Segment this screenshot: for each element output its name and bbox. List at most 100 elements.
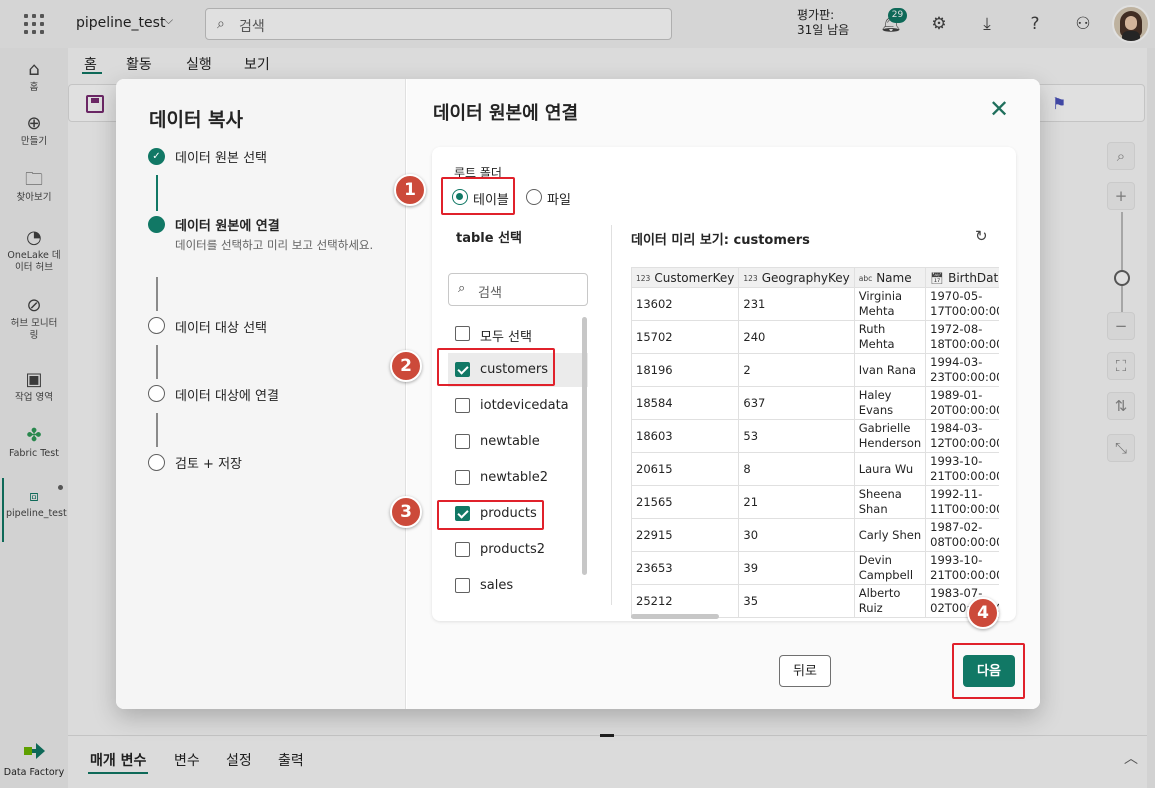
column-header[interactable]: 📅︎BirthDate <box>925 267 999 288</box>
annotation-box-1 <box>441 177 515 215</box>
table-cell: 35 <box>738 584 855 618</box>
table-cell: 30 <box>738 518 855 552</box>
annotation-badge-2: 2 <box>390 350 422 382</box>
table-row-newtable2[interactable]: newtable2 <box>448 461 588 495</box>
table-row: 206158Laura Wu1993-10-21T00:00:00M <box>631 452 999 486</box>
checkbox[interactable] <box>455 434 470 449</box>
table-name: sales <box>480 578 514 593</box>
connect-source-pane: 데이터 원본에 연결 ✕ 루트 폴더 테이블 파일 table 선택 ⌕ 검색 … <box>407 79 1040 709</box>
step-label-2[interactable]: 데이터 원본에 연결 <box>175 215 280 234</box>
table-cell: 1994-03-23T00:00:00 <box>925 353 999 387</box>
table-row: 13602 231 Virginia Mehta 1970-05-17T00:00:0… <box>631 287 999 321</box>
preview-title: 데이터 미리 보기: customers <box>631 233 810 248</box>
checkbox[interactable] <box>455 578 470 593</box>
preview-horizontal-scrollbar[interactable] <box>631 614 719 619</box>
table-cell: 2 <box>738 353 855 387</box>
column-name: BirthDate <box>948 270 999 285</box>
step-label-5[interactable]: 검토 + 저장 <box>175 453 242 472</box>
step-label-4[interactable]: 데이터 대상에 연결 <box>175 385 279 404</box>
preview-grid[interactable]: 123 CustomerKey 123 GeographyKey abc Name 📅… <box>631 267 999 619</box>
annotation-badge-4: 4 <box>967 597 999 629</box>
step-description: 데이터를 선택하고 미리 보고 선택하세요. <box>175 238 374 252</box>
table-name: newtable <box>480 434 540 449</box>
table-row: 18603 53 Gabrielle Henderson 1984-03-12T00:… <box>631 419 999 453</box>
checkbox[interactable] <box>455 326 470 341</box>
column-name: Name <box>876 270 912 285</box>
preview-header-row: 123 CustomerKey 123 GeographyKey abc Name 📅… <box>631 267 999 288</box>
table-row: 181962Ivan Rana1994-03-23T00:00:00M <box>631 353 999 387</box>
table-cell: 20615 <box>631 452 740 486</box>
table-cell: 1993-10-21T00:00:00 <box>925 551 999 585</box>
table-search-input[interactable]: ⌕ 검색 <box>448 273 588 306</box>
select-all-row[interactable]: 모두 선택 <box>448 317 588 351</box>
search-icon: ⌕ <box>458 281 466 296</box>
dialog-title: 데이터 원본에 연결 <box>433 103 579 124</box>
table-cell: 25212 <box>631 584 740 618</box>
table-cell: 18196 <box>631 353 740 387</box>
table-name: newtable2 <box>480 470 549 485</box>
refresh-icon[interactable]: ↻ <box>975 227 988 245</box>
preview-body: 13602 231 Virginia Mehta 1970-05-17T00:00:0… <box>631 287 999 618</box>
table-row: 2156521Sheena Shan1992-11-11T00:00:00M <box>631 485 999 519</box>
table-cell: 15702 <box>631 320 740 354</box>
table-row: 23653 39 Devin Campbell 1993-10-21T00:00:00… <box>631 551 999 585</box>
table-row: 2521235Alberto Ruiz1983-07-02T00:00:00S <box>631 584 999 618</box>
radio-file[interactable] <box>526 189 542 205</box>
step-label-3[interactable]: 데이터 대상 선택 <box>175 317 267 336</box>
column-header[interactable]: 123 GeographyKey <box>738 267 855 288</box>
wizard-title: 데이터 복사 <box>149 109 244 131</box>
step-connector <box>156 413 158 447</box>
column-header[interactable]: 123 CustomerKey <box>631 267 740 288</box>
text-type-icon: abc <box>858 273 873 283</box>
table-cell: Haley Evans <box>853 386 927 420</box>
table-cell: Devin Campbell <box>853 551 927 585</box>
table-cell: 21565 <box>631 485 740 519</box>
step-done-check-icon: ✓ <box>148 148 165 165</box>
wizard-steps-panel: 데이터 복사 ✓ 데이터 원본 선택 데이터 원본에 연결 데이터를 선택하고 … <box>116 79 406 709</box>
table-cell: 240 <box>738 320 855 354</box>
calendar-icon: 📅︎ <box>930 271 945 285</box>
table-cell: 23653 <box>631 551 740 585</box>
table-cell: 1972-08-18T00:00:00 <box>925 320 999 354</box>
table-name: iotdevicedata <box>480 398 569 413</box>
table-cell: 1984-03-12T00:00:00 <box>925 419 999 453</box>
checkbox[interactable] <box>455 398 470 413</box>
table-cell: 22915 <box>631 518 740 552</box>
radio-file-label[interactable]: 파일 <box>547 189 571 208</box>
column-header[interactable]: abc Name <box>853 267 927 288</box>
table-cell: 1993-10-21T00:00:00 <box>925 452 999 486</box>
table-row-products2[interactable]: products2 <box>448 533 588 567</box>
table-row-iotdevicedata[interactable]: iotdevicedata <box>448 389 588 423</box>
number-type-icon: 123 <box>743 273 758 283</box>
table-cell: Ruth Mehta <box>853 320 927 354</box>
table-cell: Gabrielle Henderson <box>853 419 927 453</box>
table-row-sales[interactable]: sales <box>448 569 588 603</box>
back-button[interactable]: 뒤로 <box>779 655 831 687</box>
step-current-dot <box>148 216 165 233</box>
step-connector <box>156 345 158 379</box>
table-cell: 18603 <box>631 419 740 453</box>
checkbox[interactable] <box>455 470 470 485</box>
divider <box>611 225 612 605</box>
table-cell: Ivan Rana <box>853 353 927 387</box>
table-cell: 21 <box>738 485 855 519</box>
table-row: 2291530Carly Shen1987-02-08T00:00:00M <box>631 518 999 552</box>
annotation-box-4 <box>952 643 1025 699</box>
table-cell: Laura Wu <box>853 452 927 486</box>
table-cell: 8 <box>738 452 855 486</box>
step-todo-dot <box>148 317 165 334</box>
table-cell: 53 <box>738 419 855 453</box>
step-connector <box>156 277 158 311</box>
table-list-scrollbar[interactable] <box>582 317 587 575</box>
checkbox[interactable] <box>455 542 470 557</box>
close-icon[interactable]: ✕ <box>989 97 1009 121</box>
table-row: 18584637Haley Evans1989-01-20T00:00:00M <box>631 386 999 420</box>
annotation-box-2 <box>437 348 555 386</box>
table-name: products2 <box>480 542 546 557</box>
column-name: CustomerKey <box>654 270 735 285</box>
table-cell: 1992-11-11T00:00:00 <box>925 485 999 519</box>
table-row-newtable[interactable]: newtable <box>448 425 588 459</box>
table-cell: Carly Shen <box>853 518 927 552</box>
step-label-1[interactable]: 데이터 원본 선택 <box>175 147 267 166</box>
table-cell: 1989-01-20T00:00:00 <box>925 386 999 420</box>
